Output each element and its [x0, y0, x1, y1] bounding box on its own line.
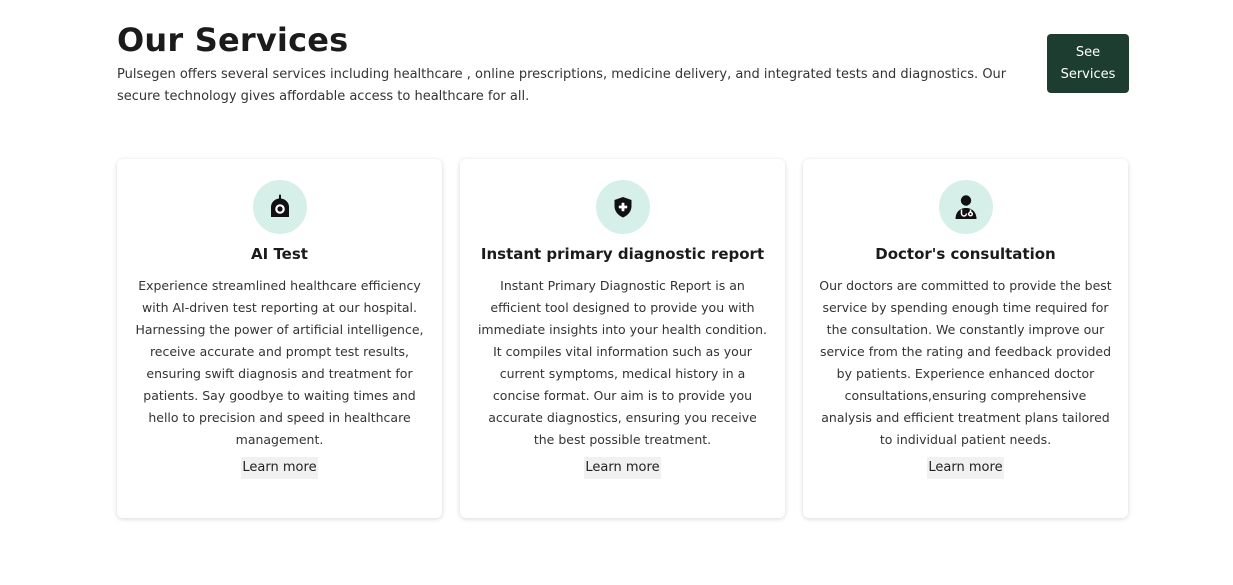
- services-section: Our Services Pulsegen offers several ser…: [0, 0, 1233, 585]
- learn-more-button[interactable]: Learn more: [241, 457, 318, 479]
- card-description: Our doctors are committed to provide the…: [819, 278, 1112, 447]
- medical-shield-icon: [595, 180, 650, 234]
- service-card-doctor-consultation: Doctor's consultation Our doctors are co…: [803, 159, 1128, 518]
- services-intro: Pulsegen offers several services includi…: [117, 67, 1007, 104]
- learn-more-button[interactable]: Learn more: [584, 457, 661, 479]
- card-title: Doctor's consultation: [875, 245, 1056, 263]
- service-card-ai-test: AI Test Experience streamlined healthcar…: [117, 159, 442, 518]
- service-card-diagnostic-report: Instant primary diagnostic report Instan…: [460, 159, 785, 518]
- page-title: Our Services: [117, 21, 349, 59]
- doctor-icon: [938, 180, 993, 234]
- see-services-button[interactable]: See Services: [1047, 34, 1129, 93]
- services-header: Our Services Pulsegen offers several ser…: [117, 20, 1130, 108]
- card-title: Instant primary diagnostic report: [480, 245, 765, 263]
- ai-robot-icon: [252, 180, 307, 234]
- service-cards: AI Test Experience streamlined healthcar…: [117, 159, 1128, 518]
- card-description: Instant Primary Diagnostic Report is an …: [477, 278, 768, 447]
- card-description: Experience streamlined healthcare effici…: [135, 278, 424, 447]
- learn-more-button[interactable]: Learn more: [927, 457, 1004, 479]
- card-title: AI Test: [251, 245, 308, 263]
